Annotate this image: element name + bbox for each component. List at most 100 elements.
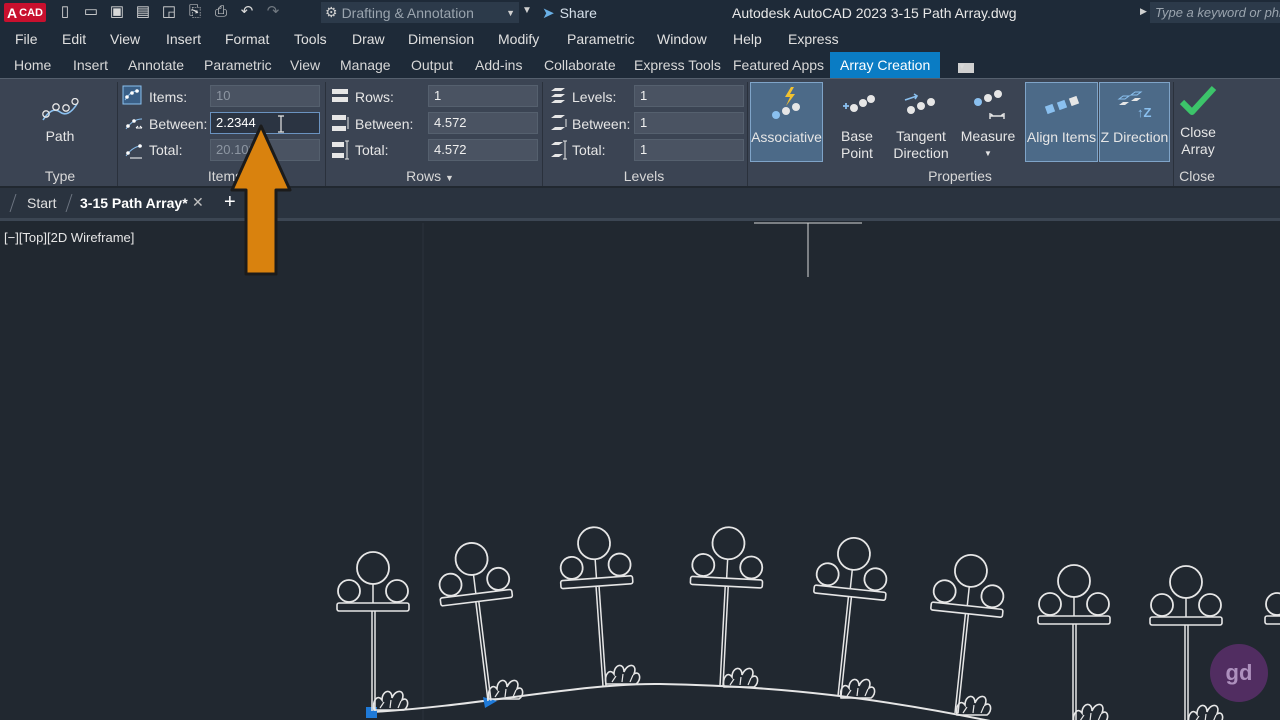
menu-help[interactable]: Help: [733, 31, 762, 47]
rows-count-input[interactable]: 1: [428, 85, 538, 107]
lamp-post: [1149, 565, 1224, 720]
tab-home[interactable]: Home: [14, 57, 51, 73]
rows-between-input[interactable]: 4.572: [428, 112, 538, 134]
rows-label: Rows:: [355, 89, 394, 105]
document-tab-bar: Start 3-15 Path Array* ✕ +: [0, 188, 1280, 218]
lamp-post: [336, 551, 410, 712]
ribbon-display-toggle[interactable]: ▼: [958, 58, 988, 73]
panel-title-rows[interactable]: Rows ▼: [395, 168, 465, 184]
array-path-curve: [371, 682, 991, 720]
lamp-post: [684, 524, 767, 689]
items-total-label: Total:: [149, 142, 183, 158]
tab-array-creation[interactable]: Array Creation: [830, 52, 941, 78]
tab-insert[interactable]: Insert: [73, 57, 108, 73]
search-input[interactable]: Type a keyword or phrase: [1150, 2, 1280, 23]
text-cursor-icon: [278, 115, 284, 133]
share-button[interactable]: ➤ Share: [542, 4, 597, 22]
tab-view[interactable]: View: [290, 57, 320, 73]
doc-tab-start[interactable]: Start: [27, 195, 57, 211]
gear-icon: ⚙: [325, 4, 338, 20]
panel-title-properties: Properties: [928, 168, 992, 184]
levels-count-input[interactable]: 1: [634, 85, 744, 107]
path-button[interactable]: Path: [24, 97, 96, 154]
menu-draw[interactable]: Draw: [352, 31, 385, 47]
panel-title-levels: Levels: [623, 168, 665, 184]
rows-between-label: Between:: [355, 116, 414, 132]
cloud-save-icon[interactable]: ◲: [160, 3, 178, 21]
menu-tools[interactable]: Tools: [294, 31, 327, 47]
menu-bar: File Edit View Insert Format Tools Draw …: [0, 26, 1280, 52]
panel-title-type: Type: [44, 168, 76, 184]
tab-add-ins[interactable]: Add-ins: [475, 57, 522, 73]
rows-total-input[interactable]: 4.572: [428, 139, 538, 161]
quick-access-toolbar: ▯ ▭ ▣ ▤ ◲ ⎘ ⎙ ↶ ↷: [56, 3, 282, 21]
tab-parametric[interactable]: Parametric: [204, 57, 272, 73]
z-direction-button[interactable]: ↑Z Z Direction: [1099, 82, 1170, 162]
levels-total-label: Total:: [572, 142, 606, 158]
associative-icon: [771, 87, 800, 119]
menu-insert[interactable]: Insert: [166, 31, 201, 47]
new-file-icon[interactable]: ▯: [56, 3, 74, 21]
menu-view[interactable]: View: [110, 31, 140, 47]
align-items-icon: [1044, 95, 1079, 115]
doc-tab-path-array[interactable]: 3-15 Path Array*: [80, 195, 188, 211]
undo-icon[interactable]: ↶: [238, 3, 256, 21]
close-icon[interactable]: ✕: [192, 194, 204, 211]
export-icon[interactable]: ⎘: [186, 3, 204, 21]
measure-button[interactable]: Measure ▼: [958, 82, 1018, 162]
row-spacing-icon: [332, 115, 349, 131]
tab-featured-apps[interactable]: Featured Apps: [733, 57, 824, 73]
title-bar: A CAD ▯ ▭ ▣ ▤ ◲ ⎘ ⎙ ↶ ↷ ⚙ Drafting & Anno…: [0, 0, 1280, 26]
app-logo[interactable]: A CAD: [4, 3, 46, 22]
chevron-right-icon[interactable]: ▶: [1140, 6, 1147, 17]
items-count-input[interactable]: 10: [210, 85, 320, 107]
lamp-post-partial: [1264, 564, 1280, 720]
chevron-down-icon: ▼: [984, 149, 992, 158]
menu-file[interactable]: File: [15, 31, 38, 47]
path-array-icon: [42, 97, 79, 121]
save-as-icon[interactable]: ▤: [134, 3, 152, 21]
svg-text:↑Z: ↑Z: [1137, 105, 1152, 120]
menu-edit[interactable]: Edit: [62, 31, 86, 47]
levels-between-input[interactable]: 1: [634, 112, 744, 134]
rows-total-icon: [332, 140, 349, 160]
z-direction-icon: ↑Z: [1117, 91, 1152, 120]
tangent-direction-icon: [904, 93, 935, 114]
window-title: Autodesk AutoCAD 2023 3-15 Path Array.dw…: [732, 5, 1017, 21]
save-icon[interactable]: ▣: [108, 3, 126, 21]
paper-plane-icon: ➤: [542, 5, 555, 22]
item-spacing-icon: [125, 118, 143, 130]
close-array-button[interactable]: Close Array: [1176, 84, 1220, 162]
channel-watermark-logo: gd: [1210, 644, 1268, 702]
panel-divider: [542, 82, 543, 186]
redo-icon[interactable]: ↷: [264, 3, 282, 21]
menu-parametric[interactable]: Parametric: [567, 31, 635, 47]
print-icon[interactable]: ⎙: [212, 3, 230, 21]
levels-between-label: Between:: [572, 116, 631, 132]
levels-label: Levels:: [572, 89, 617, 105]
tangent-direction-button[interactable]: Tangent Direction: [890, 82, 952, 162]
open-folder-icon[interactable]: ▭: [82, 3, 100, 21]
customize-qat-icon[interactable]: ▼: [522, 5, 532, 16]
items-count-icon: [122, 85, 142, 105]
tab-express-tools[interactable]: Express Tools: [634, 57, 721, 73]
workspace-selector[interactable]: ⚙ Drafting & Annotation ▼: [321, 2, 519, 23]
drawing-canvas[interactable]: [0, 218, 1280, 720]
tab-manage[interactable]: Manage: [340, 57, 391, 73]
base-point-button[interactable]: Base Point: [826, 82, 888, 162]
check-icon: [1179, 85, 1217, 115]
levels-total-input[interactable]: 1: [634, 139, 744, 161]
menu-window[interactable]: Window: [657, 31, 707, 47]
menu-format[interactable]: Format: [225, 31, 269, 47]
items-label: Items:: [149, 89, 188, 105]
base-point-icon: [843, 95, 875, 112]
associative-button[interactable]: Associative: [750, 82, 823, 162]
menu-express[interactable]: Express: [788, 31, 839, 47]
menu-modify[interactable]: Modify: [498, 31, 539, 47]
tab-collaborate[interactable]: Collaborate: [544, 57, 616, 73]
align-items-button[interactable]: Align Items: [1025, 82, 1098, 162]
tab-annotate[interactable]: Annotate: [128, 57, 184, 73]
tab-output[interactable]: Output: [411, 57, 453, 73]
menu-dimension[interactable]: Dimension: [408, 31, 474, 47]
panel-title-close: Close: [1179, 168, 1215, 184]
